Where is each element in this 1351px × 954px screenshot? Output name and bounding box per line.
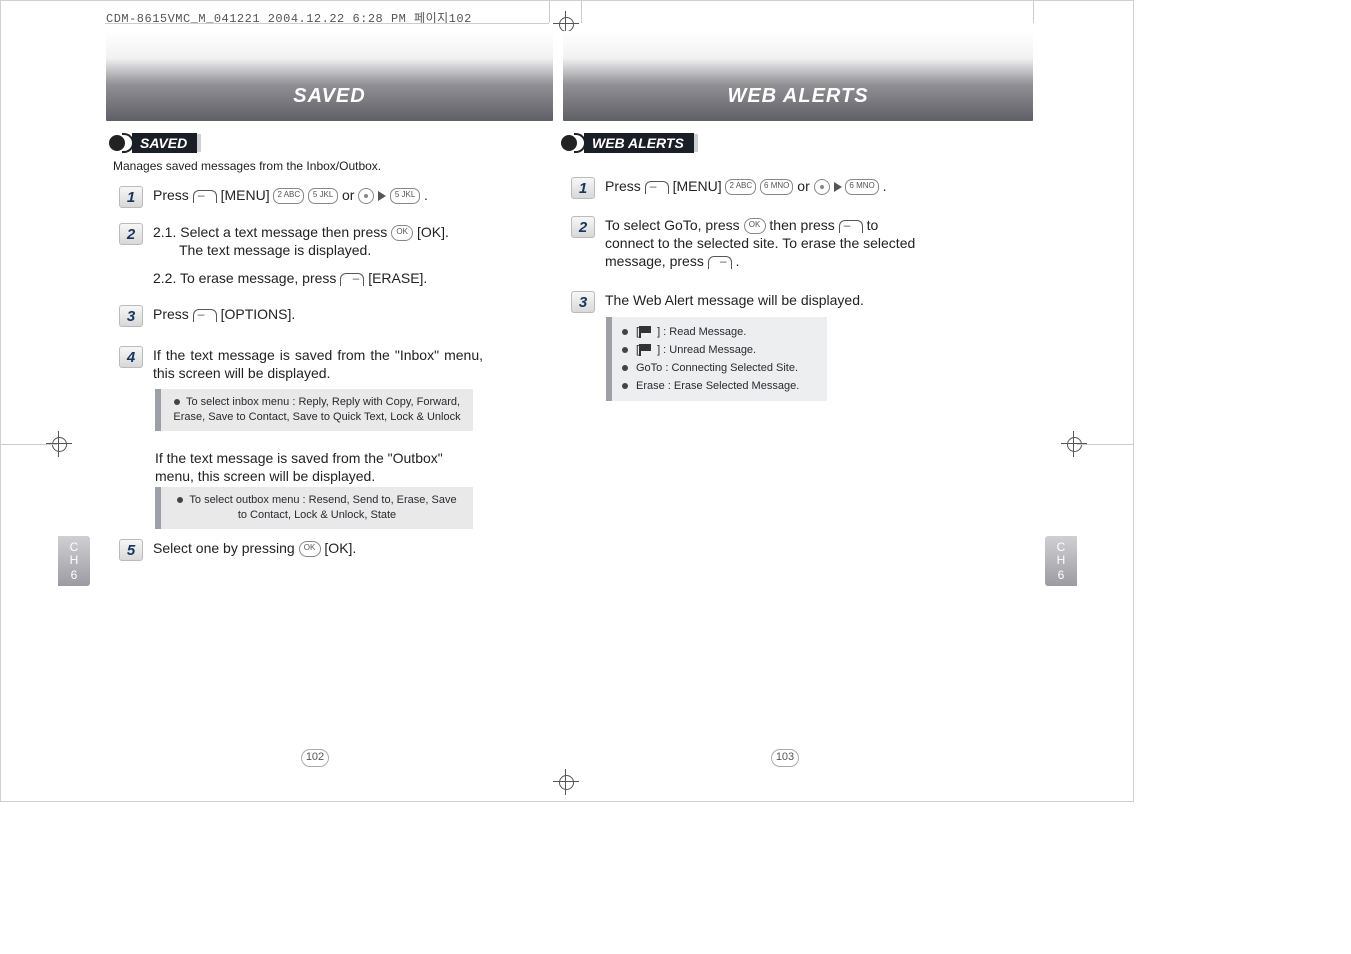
left-softkey-icon — [193, 309, 217, 322]
bullet-icon — [622, 347, 628, 353]
step-number-icon: 3 — [119, 305, 143, 327]
step-3-right: 3 The Web Alert message will be displaye… — [571, 291, 864, 313]
step-number-icon: 1 — [119, 186, 143, 208]
bullet-icon — [622, 329, 628, 335]
step-4-left: 4 If the text message is saved from the … — [119, 346, 483, 382]
key-2-icon: 2 ABC — [273, 188, 304, 204]
registration-mark-icon — [553, 769, 579, 795]
unread-flag-icon — [639, 344, 653, 356]
bullet-icon — [622, 365, 628, 371]
bullet-icon — [622, 383, 628, 389]
trim-line — [581, 1, 582, 23]
section-head-web-alerts: WEB ALERTS — [561, 133, 698, 153]
ok-key-icon: OK — [391, 225, 413, 241]
outbox-intro: If the text message is saved from the "O… — [155, 449, 465, 485]
trim-line — [105, 23, 549, 24]
right-softkey-icon — [340, 273, 364, 286]
key-6-icon: 6 MNO — [760, 179, 793, 195]
right-arrow-icon — [378, 191, 386, 201]
key-2-icon: 2 ABC — [725, 179, 756, 195]
step-2-left: 2 2.1. Select a text message then press … — [119, 223, 449, 287]
chapter-tab-left: CH6 — [58, 536, 90, 586]
left-banner-title: SAVED — [106, 85, 553, 108]
section-subtitle: Manages saved messages from the Inbox/Ou… — [113, 159, 473, 173]
read-flag-icon: ✓ — [639, 326, 653, 338]
step-2-right: 2 To select GoTo, press OK then press to… — [571, 216, 925, 270]
key-5-icon: 5 JKL — [308, 188, 338, 204]
left-softkey-icon — [645, 181, 669, 194]
step-number-icon: 5 — [119, 539, 143, 561]
trim-line — [1033, 1, 1034, 23]
chapter-tab-right: CH6 — [1045, 536, 1077, 586]
key-6-icon: 6 MNO — [845, 179, 878, 195]
trim-line — [549, 1, 550, 23]
right-banner-title: WEB ALERTS — [563, 85, 1033, 108]
section-head-saved: SAVED — [109, 133, 201, 153]
page-number-right: 103 — [771, 749, 799, 767]
right-softkey-icon — [708, 256, 732, 269]
bullet-icon — [177, 497, 183, 503]
trim-line — [1, 444, 57, 445]
trim-line — [1077, 444, 1133, 445]
nav-icon — [814, 179, 830, 195]
step-number-icon: 2 — [119, 223, 143, 245]
left-softkey-icon — [193, 190, 217, 203]
ok-key-icon: OK — [299, 541, 321, 557]
step-3-left: 3 Press [OPTIONS]. — [119, 305, 295, 327]
web-alert-legend: [ ✓] : Read Message. [ ] : Unread Messag… — [606, 317, 827, 401]
ok-key-icon: OK — [744, 218, 766, 234]
step-number-icon: 4 — [119, 346, 143, 368]
right-arrow-icon — [834, 182, 842, 192]
step-number-icon: 3 — [571, 291, 595, 313]
right-page-banner: WEB ALERTS — [563, 31, 1033, 121]
step-number-icon: 1 — [571, 177, 595, 199]
nav-icon — [358, 188, 374, 204]
step-5-left: 5 Select one by pressing OK [OK]. — [119, 539, 356, 561]
page-number-left: 102 — [301, 749, 329, 767]
left-page-banner: SAVED — [106, 31, 553, 121]
note-outbox: To select outbox menu : Resend, Send to,… — [155, 487, 473, 529]
step-1-right: 1 Press [MENU] 2 ABC 6 MNO or 6 MNO . — [571, 177, 887, 199]
key-5-icon: 5 JKL — [390, 188, 420, 204]
step-1-left: 1 Press [MENU] 2 ABC 5 JKL or 5 JKL . — [119, 186, 428, 208]
bullet-icon — [174, 399, 180, 405]
note-inbox: To select inbox menu : Reply, Reply with… — [155, 389, 473, 431]
step-number-icon: 2 — [571, 216, 595, 238]
left-softkey-icon — [839, 220, 863, 233]
